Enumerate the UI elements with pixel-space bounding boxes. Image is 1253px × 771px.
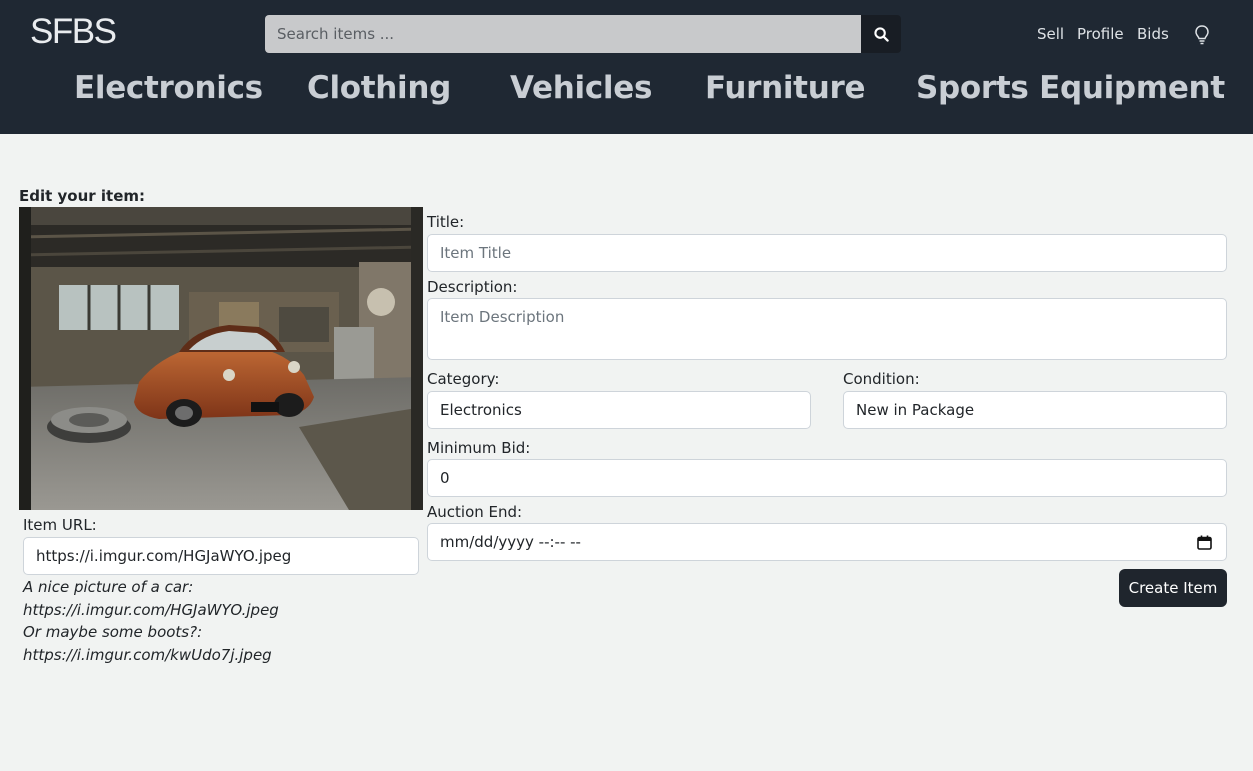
site-logo[interactable]: SFBS bbox=[30, 12, 117, 52]
minimum-bid-input[interactable]: 0 bbox=[427, 459, 1227, 497]
title-input[interactable] bbox=[427, 234, 1227, 272]
create-item-button[interactable]: Create Item bbox=[1119, 569, 1227, 607]
top-navbar: SFBS Sell Profile Bids Electronics Cloth… bbox=[0, 0, 1253, 134]
category-electronics[interactable]: Electronics bbox=[74, 70, 263, 106]
auction-end-input[interactable]: mm/dd/yyyy --:-- -- bbox=[427, 523, 1227, 561]
description-label: Description: bbox=[427, 278, 518, 296]
auction-end-value: mm/dd/yyyy --:-- -- bbox=[440, 533, 581, 551]
item-url-label: Item URL: bbox=[23, 516, 97, 534]
hint-url: https://i.imgur.com/kwUdo7j.jpeg bbox=[23, 645, 272, 664]
nav-sell-link[interactable]: Sell bbox=[1037, 25, 1064, 43]
nav-bids-link[interactable]: Bids bbox=[1137, 25, 1169, 43]
search-icon bbox=[873, 26, 889, 42]
hint-text: A nice picture of a car: bbox=[23, 578, 194, 596]
search-input[interactable] bbox=[265, 15, 861, 53]
description-textarea[interactable] bbox=[427, 298, 1227, 360]
category-label: Category: bbox=[427, 370, 500, 388]
minimum-bid-label: Minimum Bid: bbox=[427, 439, 531, 457]
category-sports-equipment[interactable]: Sports Equipment bbox=[916, 70, 1225, 106]
hint-text: Or maybe some boots?: bbox=[23, 623, 203, 641]
category-clothing[interactable]: Clothing bbox=[307, 70, 451, 106]
title-label: Title: bbox=[427, 213, 465, 231]
category-vehicles[interactable]: Vehicles bbox=[510, 70, 652, 106]
search-button[interactable] bbox=[861, 15, 901, 53]
category-select[interactable]: Electronics bbox=[427, 391, 811, 429]
url-hints: A nice picture of a car: https://i.imgur… bbox=[23, 576, 279, 666]
category-furniture[interactable]: Furniture bbox=[705, 70, 865, 106]
item-url-input[interactable]: https://i.imgur.com/HGJaWYO.jpeg bbox=[23, 537, 419, 575]
item-preview-image bbox=[19, 207, 423, 510]
auction-end-label: Auction End: bbox=[427, 503, 523, 521]
page-title: Edit your item: bbox=[19, 187, 146, 205]
nav-profile-link[interactable]: Profile bbox=[1077, 25, 1124, 43]
lightbulb-icon[interactable] bbox=[1193, 24, 1211, 46]
condition-label: Condition: bbox=[843, 370, 920, 388]
calendar-icon[interactable] bbox=[1197, 535, 1212, 550]
hint-url: https://i.imgur.com/HGJaWYO.jpeg bbox=[23, 600, 279, 619]
condition-select[interactable]: New in Package bbox=[843, 391, 1227, 429]
